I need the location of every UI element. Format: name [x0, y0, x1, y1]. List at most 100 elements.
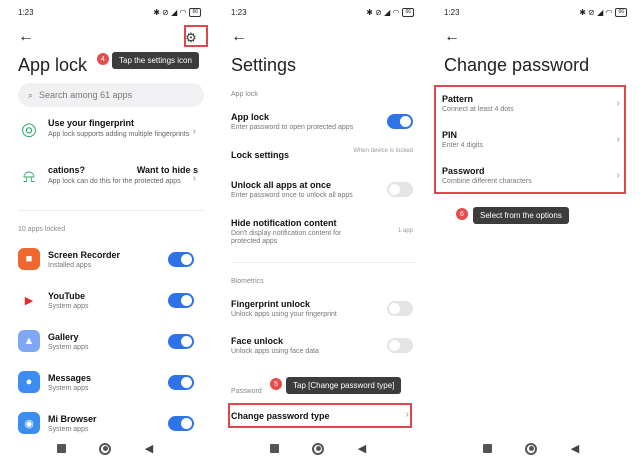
instruction-tooltip: Tap the settings icon — [112, 52, 199, 69]
fingerprint-subtitle: App lock supports adding multiple finger… — [48, 131, 190, 138]
fingerprint-card[interactable]: ◎ Use your fingerprint App lock supports… — [18, 118, 204, 140]
hide-notification-setting[interactable]: Hide notification content Don't display … — [231, 218, 419, 246]
fingerprint-toggle[interactable] — [387, 301, 413, 316]
option-subtitle: Enter 4 digits — [442, 142, 483, 149]
nav-bar: ◀ — [426, 442, 636, 455]
app-lock-toggle[interactable] — [168, 374, 194, 390]
app-logo-icon: ▲ — [18, 330, 40, 352]
battery-icon: 66 — [189, 7, 201, 17]
chevron-right-icon: › — [405, 409, 409, 420]
app-name: YouTube — [48, 290, 86, 301]
change-password-title: Change password type — [231, 411, 330, 421]
chevron-right-icon: › — [192, 126, 196, 137]
password-option-password[interactable]: Password Combine different characters › — [442, 166, 624, 185]
status-time: 1:23 — [231, 7, 247, 17]
status-icons: ✱ ⊘ ◢ ◠ 66 — [153, 7, 201, 17]
page-title: Settings — [231, 55, 297, 75]
app-lock-setting[interactable]: App lock Enter password to open protecte… — [231, 112, 419, 132]
status-bar: 1:23 ✱ ⊘ ◢ ◠ 66 — [0, 0, 210, 24]
status-time: 1:23 — [444, 7, 460, 17]
divider — [18, 210, 204, 211]
app-category: Installed apps — [48, 261, 92, 269]
notif-title-left: cations? — [48, 165, 86, 175]
app-logo-icon: ● — [18, 371, 40, 393]
divider — [231, 262, 417, 263]
unlock-all-setting[interactable]: Unlock all apps at once Enter password o… — [231, 180, 419, 200]
option-title: Password — [442, 166, 485, 176]
back-nav-button[interactable]: ◀ — [145, 442, 153, 455]
fingerprint-title: Use your fingerprint — [48, 118, 135, 128]
app-lock-toggle[interactable] — [168, 415, 194, 431]
option-title: PIN — [442, 130, 458, 140]
chevron-right-icon: › — [616, 134, 620, 145]
step-badge: 5 — [270, 378, 282, 390]
back-arrow-icon[interactable]: ← — [444, 28, 460, 46]
face-toggle[interactable] — [387, 338, 413, 353]
app-lock-toggle[interactable] — [168, 251, 194, 267]
highlight-box — [184, 25, 208, 47]
section-app-lock: App lock — [231, 91, 258, 98]
app-name: Mi Browser — [48, 413, 97, 424]
page-title: Change password — [444, 55, 590, 75]
instruction-tooltip: Tap [Change password type] — [286, 377, 402, 394]
app-row[interactable]: ◉ Mi Browser System apps — [18, 408, 204, 438]
lock-settings-row[interactable]: Lock settings When device is locked — [231, 148, 419, 160]
option-title: Pattern — [442, 94, 474, 104]
back-arrow-icon[interactable]: ← — [18, 28, 34, 46]
step-badge: 4 — [97, 53, 109, 65]
nav-bar: ◀ — [213, 442, 423, 455]
page-title: App lock — [18, 55, 88, 75]
section-password: Password — [231, 388, 262, 395]
hide-notification-card[interactable]: ⍾ cations? Want to hide s App lock can d… — [18, 165, 204, 187]
status-time: 1:23 — [18, 7, 34, 17]
home-button[interactable] — [525, 442, 538, 455]
nav-bar: ◀ — [0, 442, 210, 455]
chevron-right-icon: › — [192, 173, 196, 184]
chevron-right-icon: › — [616, 170, 620, 181]
search-placeholder: Search among 61 apps — [39, 90, 133, 100]
app-row[interactable]: ■ Screen Recorder Installed apps — [18, 244, 204, 274]
back-nav-button[interactable]: ◀ — [571, 442, 579, 455]
face-setting[interactable]: Face unlock Unlock apps using face data — [231, 336, 419, 356]
app-category: System apps — [48, 343, 89, 351]
panel-change-password: 1:23 ✱ ⊘ ◢ ◠ 66 ← Change password Patter… — [426, 0, 636, 467]
app-name: Gallery — [48, 331, 79, 342]
status-bar: 1:23 ✱ ⊘ ◢ ◠ 66 — [213, 0, 423, 24]
app-lock-toggle[interactable] — [168, 333, 194, 349]
app-row[interactable]: ● Messages System apps — [18, 367, 204, 397]
instruction-tooltip: Select from the options — [473, 207, 569, 224]
fingerprint-setting[interactable]: Fingerprint unlock Unlock apps using you… — [231, 299, 419, 319]
app-category: System apps — [48, 384, 89, 392]
search-icon: ⌕ — [28, 89, 34, 100]
app-lock-toggle[interactable] — [387, 114, 413, 129]
battery-icon: 66 — [615, 7, 627, 17]
lock-settings-value: When device is locked — [353, 148, 413, 154]
unlock-all-toggle[interactable] — [387, 182, 413, 197]
back-nav-button[interactable]: ◀ — [358, 442, 366, 455]
back-arrow-icon[interactable]: ← — [231, 28, 247, 46]
status-bar: 1:23 ✱ ⊘ ◢ ◠ 66 — [426, 0, 636, 24]
home-button[interactable] — [312, 442, 325, 455]
recents-button[interactable] — [56, 444, 66, 453]
home-button[interactable] — [99, 442, 112, 455]
password-option-pattern[interactable]: Pattern Connect at least 4 dots › — [442, 94, 624, 113]
option-subtitle: Combine different characters — [442, 178, 532, 185]
app-category: System apps — [48, 302, 89, 310]
recents-button[interactable] — [482, 444, 492, 453]
battery-icon: 66 — [402, 7, 414, 17]
app-name: Messages — [48, 372, 92, 383]
status-icons: ✱ ⊘ ◢ ◠ 66 — [579, 7, 627, 17]
recents-button[interactable] — [269, 444, 279, 453]
panel-app-lock: 1:23 ✱ ⊘ ◢ ◠ 66 ← ⚙ 4 Tap the settings i… — [0, 0, 210, 467]
app-category: System apps — [48, 425, 89, 433]
app-lock-toggle[interactable] — [168, 292, 194, 308]
search-input[interactable]: ⌕ Search among 61 apps — [18, 83, 204, 107]
change-password-type-row[interactable]: Change password type › — [231, 409, 419, 421]
app-row[interactable]: ▶ YouTube System apps — [18, 285, 204, 315]
notif-title-right: Want to hide s — [136, 165, 198, 175]
hide-notif-title: Hide notification content — [231, 218, 337, 228]
password-option-pin[interactable]: PIN Enter 4 digits › — [442, 130, 624, 149]
app-row[interactable]: ▲ Gallery System apps — [18, 326, 204, 356]
chevron-right-icon: › — [616, 98, 620, 109]
step-badge: 6 — [456, 208, 468, 220]
